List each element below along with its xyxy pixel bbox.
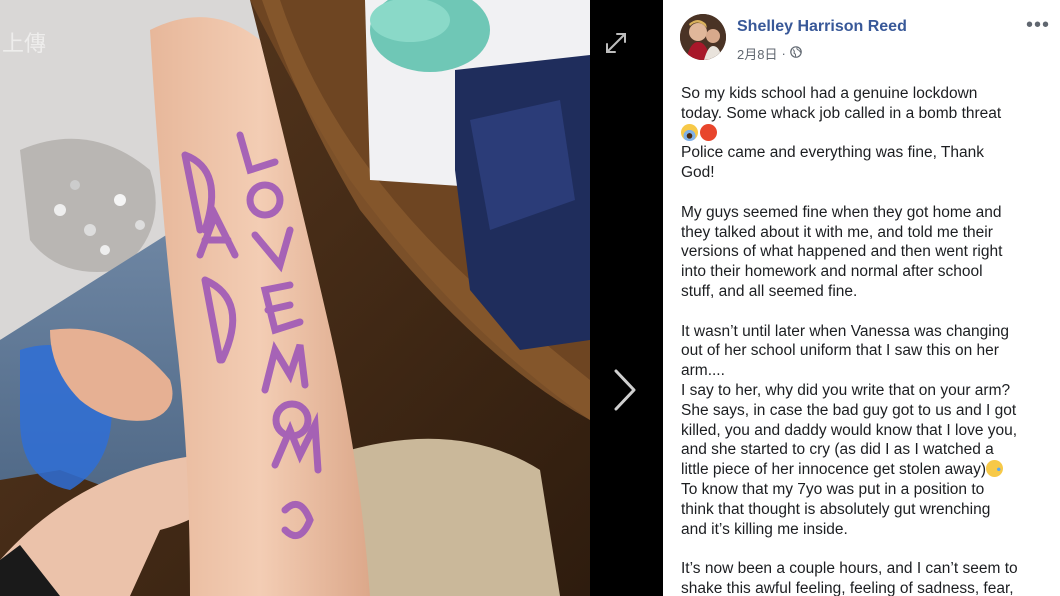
post-date[interactable]: 2月8日 bbox=[737, 44, 777, 63]
post-line: arm.... bbox=[681, 362, 725, 380]
post-line: out of her school uniform that I saw thi… bbox=[681, 342, 999, 360]
post-line: God! bbox=[681, 164, 715, 182]
post-line: think that thought is absolutely gut wre… bbox=[681, 500, 991, 518]
author-name[interactable]: Shelley Harrison Reed bbox=[737, 18, 907, 36]
post-paragraph: So my kids school had a genuine lockdown… bbox=[681, 84, 1047, 183]
post-paragraph: It wasn’t until later when Vanessa was c… bbox=[681, 322, 1047, 540]
photo-illustration bbox=[0, 0, 590, 596]
post-line bbox=[681, 123, 1047, 144]
watermark-text: 上傳 bbox=[2, 32, 47, 57]
post-paragraph: It’s now been a couple hours, and I can’… bbox=[681, 559, 1047, 596]
post-line: killed, you and daddy would know that I … bbox=[681, 421, 1018, 439]
post-photo: 上傳 bbox=[0, 0, 590, 596]
post-line: So my kids school had a genuine lockdown bbox=[681, 85, 978, 102]
post-line: versions of what happened and then went … bbox=[681, 243, 1003, 261]
post-line: little piece of her innocence get stolen… bbox=[681, 460, 1047, 480]
post-line: and she started to cry (as did I as I wa… bbox=[681, 441, 994, 459]
post-line: stuff, and all seemed fine. bbox=[681, 282, 858, 300]
post-line: It wasn’t until later when Vanessa was c… bbox=[681, 322, 1009, 340]
post-line: and it’s killing me inside. bbox=[681, 520, 848, 538]
more-options-button[interactable]: ••• bbox=[1026, 15, 1050, 35]
post-panel: Shelley Harrison Reed 2月8日 · ••• So my k… bbox=[663, 0, 1060, 596]
photo-viewer: 上傳 bbox=[0, 0, 663, 596]
post-line: She says, in case the bad guy got to us … bbox=[681, 401, 1017, 419]
scream-emoji bbox=[681, 123, 698, 141]
post-line: I say to her, why did you write that on … bbox=[681, 381, 1011, 399]
sad-emoji bbox=[986, 460, 1004, 478]
post-line: today. Some whack job called in a bomb t… bbox=[681, 104, 1002, 122]
globe-icon bbox=[790, 46, 802, 61]
post-paragraph: My guys seemed fine when they got home a… bbox=[681, 203, 1047, 302]
chevron-right-icon[interactable] bbox=[610, 365, 640, 415]
post-line: into their homework and normal after sch… bbox=[681, 263, 983, 281]
post-line: My guys seemed fine when they got home a… bbox=[681, 203, 1002, 221]
post-line: It’s now been a couple hours, and I can’… bbox=[681, 560, 1018, 578]
post-meta: 2月8日 · bbox=[737, 44, 802, 63]
post-line: To know that my 7yo was put in a positio… bbox=[681, 480, 985, 498]
post-header: Shelley Harrison Reed 2月8日 · ••• bbox=[680, 14, 1050, 64]
meta-separator: · bbox=[781, 46, 786, 61]
post-line: shake this awful feeling, feeling of sad… bbox=[681, 579, 1014, 596]
post-line: they talked about it with me, and told m… bbox=[681, 223, 993, 241]
post-line: Police came and everything was fine, Tha… bbox=[681, 144, 984, 162]
expand-icon[interactable] bbox=[603, 30, 629, 56]
post-text: So my kids school had a genuine lockdown… bbox=[681, 84, 1047, 596]
angry-emoji bbox=[700, 123, 717, 141]
avatar[interactable] bbox=[680, 14, 726, 60]
